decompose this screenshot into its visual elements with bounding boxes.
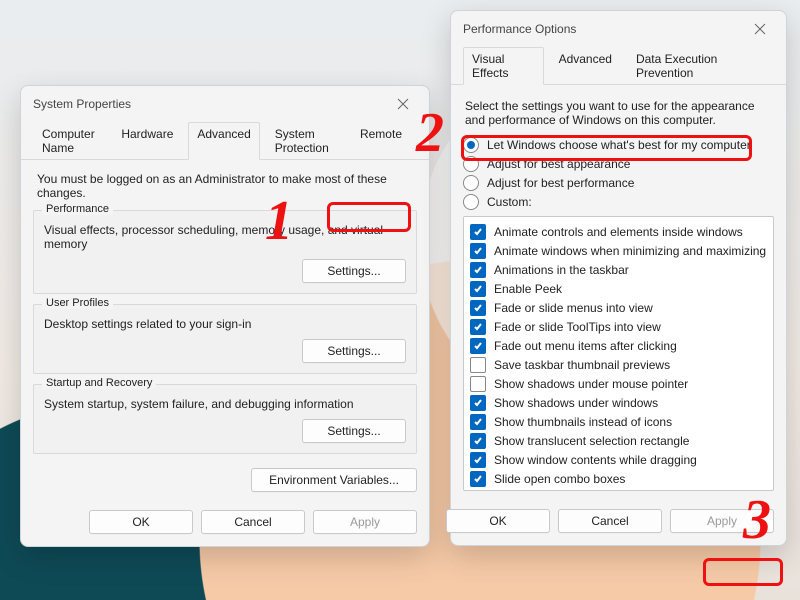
performance-options-dialog: Performance Options Visual Effects Advan… xyxy=(450,10,787,546)
startup-recovery-settings-button[interactable]: Settings... xyxy=(302,419,406,443)
legend: Startup and Recovery xyxy=(42,377,156,389)
radio-label: Adjust for best appearance xyxy=(487,157,630,171)
dialog-title: Performance Options xyxy=(463,22,576,36)
effect-option[interactable]: Enable Peek xyxy=(470,281,767,297)
ok-button[interactable]: OK xyxy=(446,509,550,533)
effect-option[interactable]: Slide open combo boxes xyxy=(470,471,767,487)
tab-hardware[interactable]: Hardware xyxy=(112,122,182,159)
checkbox-checked-icon xyxy=(470,300,486,316)
checkbox-checked-icon xyxy=(470,224,486,240)
effect-option[interactable]: Smooth edges of screen fonts xyxy=(470,490,767,491)
checkbox-checked-icon xyxy=(470,243,486,259)
effect-label: Show window contents while dragging xyxy=(494,453,697,467)
radio-icon xyxy=(463,175,479,191)
effect-option[interactable]: Show translucent selection rectangle xyxy=(470,433,767,449)
dialog-footer: OK Cancel Apply xyxy=(21,502,429,546)
effect-option[interactable]: Fade or slide ToolTips into view xyxy=(470,319,767,335)
effect-option[interactable]: Save taskbar thumbnail previews xyxy=(470,357,767,373)
radio-custom[interactable]: Custom: xyxy=(463,194,774,210)
effect-label: Show shadows under windows xyxy=(494,396,658,410)
radio-label: Custom: xyxy=(487,195,532,209)
effect-option[interactable]: Show thumbnails instead of icons xyxy=(470,414,767,430)
tab-dep[interactable]: Data Execution Prevention xyxy=(627,47,768,84)
apply-button[interactable]: Apply xyxy=(670,509,774,533)
effect-label: Show thumbnails instead of icons xyxy=(494,415,672,429)
radio-icon xyxy=(463,156,479,172)
effect-option[interactable]: Animate controls and elements inside win… xyxy=(470,224,767,240)
tab-visual-effects[interactable]: Visual Effects xyxy=(463,47,544,85)
close-icon[interactable] xyxy=(387,92,419,116)
effect-option[interactable]: Fade or slide menus into view xyxy=(470,300,767,316)
effect-option[interactable]: Show shadows under mouse pointer xyxy=(470,376,767,392)
performance-settings-button[interactable]: Settings... xyxy=(302,259,406,283)
ok-button[interactable]: OK xyxy=(89,510,193,534)
effect-label: Save taskbar thumbnail previews xyxy=(494,358,670,372)
checkbox-checked-icon xyxy=(470,338,486,354)
titlebar[interactable]: System Properties xyxy=(21,86,429,122)
legend: Performance xyxy=(42,203,113,215)
group-desc: System startup, system failure, and debu… xyxy=(44,397,406,411)
cancel-button[interactable]: Cancel xyxy=(201,510,305,534)
effect-option[interactable]: Animations in the taskbar xyxy=(470,262,767,278)
effect-label: Animate controls and elements inside win… xyxy=(494,225,743,239)
effect-label: Fade or slide ToolTips into view xyxy=(494,320,661,334)
checkbox-checked-icon xyxy=(470,281,486,297)
effect-label: Enable Peek xyxy=(494,282,562,296)
sysprops-tabs: Computer Name Hardware Advanced System P… xyxy=(21,122,429,160)
radio-let-windows-choose[interactable]: Let Windows choose what's best for my co… xyxy=(463,137,774,153)
dialog-title: System Properties xyxy=(33,97,131,111)
effect-option[interactable]: Fade out menu items after clicking xyxy=(470,338,767,354)
group-desc: Desktop settings related to your sign-in xyxy=(44,317,406,331)
group-user-profiles: User Profiles Desktop settings related t… xyxy=(33,304,417,374)
radio-label: Adjust for best performance xyxy=(487,176,634,190)
cancel-button[interactable]: Cancel xyxy=(558,509,662,533)
radio-icon xyxy=(463,194,479,210)
radio-best-performance[interactable]: Adjust for best performance xyxy=(463,175,774,191)
tab-computer-name[interactable]: Computer Name xyxy=(33,122,106,159)
tab-remote[interactable]: Remote xyxy=(351,122,411,159)
checkbox-unchecked-icon xyxy=(470,357,486,373)
environment-variables-button[interactable]: Environment Variables... xyxy=(251,468,417,492)
titlebar[interactable]: Performance Options xyxy=(451,11,786,47)
checkbox-checked-icon xyxy=(470,452,486,468)
effect-label: Show translucent selection rectangle xyxy=(494,434,689,448)
effect-option[interactable]: Show window contents while dragging xyxy=(470,452,767,468)
radio-best-appearance[interactable]: Adjust for best appearance xyxy=(463,156,774,172)
tab-advanced[interactable]: Advanced xyxy=(188,122,259,160)
legend: User Profiles xyxy=(42,297,113,309)
group-performance: Performance Visual effects, processor sc… xyxy=(33,210,417,294)
effect-label: Fade out menu items after clicking xyxy=(494,339,677,353)
checkbox-checked-icon xyxy=(470,319,486,335)
apply-button[interactable]: Apply xyxy=(313,510,417,534)
system-properties-dialog: System Properties Computer Name Hardware… xyxy=(20,85,430,547)
effect-option[interactable]: Animate windows when minimizing and maxi… xyxy=(470,243,767,259)
checkbox-checked-icon xyxy=(470,471,486,487)
checkbox-checked-icon xyxy=(470,490,486,491)
tab-system-protection[interactable]: System Protection xyxy=(266,122,345,159)
close-icon[interactable] xyxy=(744,17,776,41)
intro-text: Select the settings you want to use for … xyxy=(465,99,772,127)
effect-label: Animations in the taskbar xyxy=(494,263,629,277)
effect-label: Slide open combo boxes xyxy=(494,472,625,486)
group-startup-recovery: Startup and Recovery System startup, sys… xyxy=(33,384,417,454)
checkbox-checked-icon xyxy=(470,414,486,430)
perfopts-tabs: Visual Effects Advanced Data Execution P… xyxy=(451,47,786,85)
checkbox-checked-icon xyxy=(470,395,486,411)
effect-label: Fade or slide menus into view xyxy=(494,301,653,315)
user-profiles-settings-button[interactable]: Settings... xyxy=(302,339,406,363)
tab-advanced[interactable]: Advanced xyxy=(550,47,621,84)
effect-label: Show shadows under mouse pointer xyxy=(494,377,688,391)
checkbox-checked-icon xyxy=(470,433,486,449)
visual-effects-list[interactable]: Animate controls and elements inside win… xyxy=(463,216,774,491)
radio-label: Let Windows choose what's best for my co… xyxy=(487,138,751,152)
checkbox-unchecked-icon xyxy=(470,376,486,392)
effect-option[interactable]: Show shadows under windows xyxy=(470,395,767,411)
admin-note: You must be logged on as an Administrato… xyxy=(37,172,413,200)
radio-icon xyxy=(463,137,479,153)
effect-label: Animate windows when minimizing and maxi… xyxy=(494,244,766,258)
group-desc: Visual effects, processor scheduling, me… xyxy=(44,223,406,251)
checkbox-checked-icon xyxy=(470,262,486,278)
dialog-footer: OK Cancel Apply xyxy=(451,501,786,545)
